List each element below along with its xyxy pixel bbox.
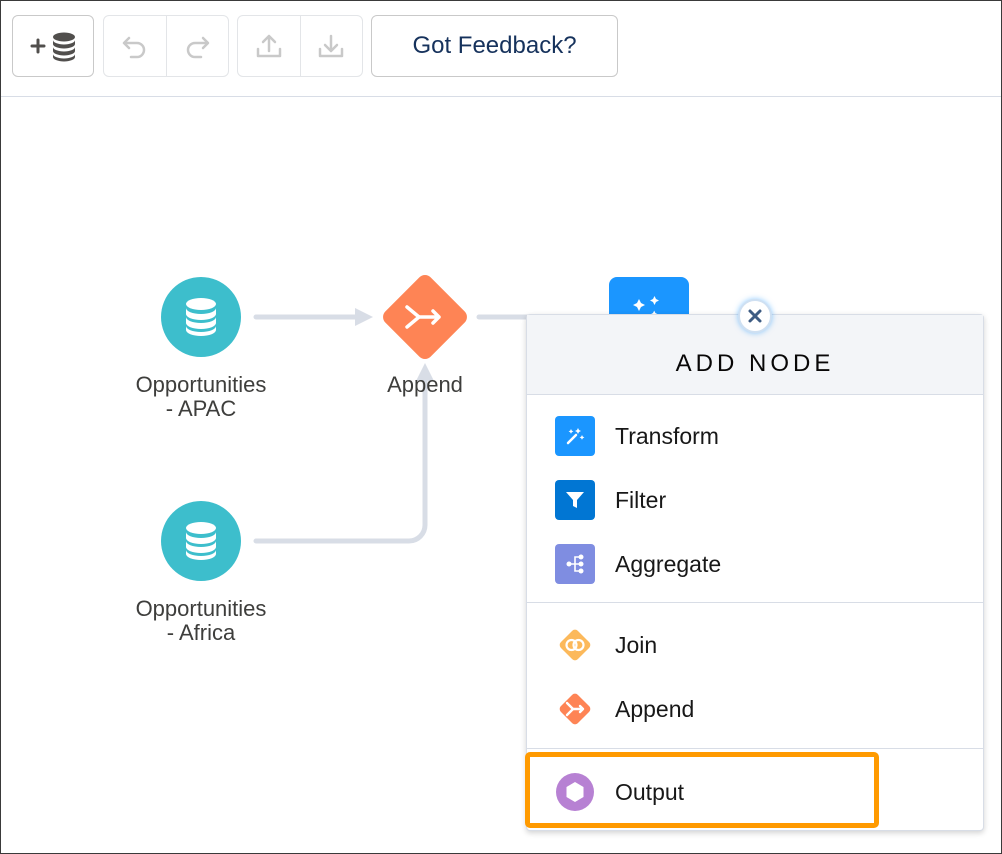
close-popup-button[interactable]	[738, 299, 772, 333]
join-icon	[555, 625, 595, 665]
flow-canvas: Opportunities - APAC Opportunities - Afr…	[1, 97, 1001, 853]
menu-item-aggregate[interactable]: Aggregate	[555, 542, 721, 586]
upload-button[interactable]	[238, 16, 300, 76]
got-feedback-button[interactable]: Got Feedback?	[371, 15, 618, 77]
menu-item-filter[interactable]: Filter	[555, 478, 666, 522]
menu-divider	[527, 602, 983, 603]
magic-wand-icon	[555, 416, 595, 456]
label-line-2: - APAC	[165, 396, 237, 421]
redo-button[interactable]	[165, 16, 229, 76]
upload-download-group	[237, 15, 363, 77]
menu-divider	[527, 748, 983, 749]
label-line-2: - Africa	[166, 620, 236, 645]
close-icon	[748, 309, 762, 323]
undo-redo-group	[103, 15, 229, 77]
label-line-1: Opportunities	[135, 596, 267, 621]
redo-icon	[187, 36, 210, 59]
menu-item-label: Aggregate	[615, 550, 722, 577]
toolbar: Got Feedback?	[1, 1, 1001, 97]
append-icon	[405, 305, 441, 329]
filter-icon	[555, 480, 595, 520]
database-icon	[186, 298, 216, 336]
menu-item-transform[interactable]: Transform	[555, 414, 719, 458]
append-icon	[555, 689, 595, 729]
undo-button[interactable]	[104, 16, 166, 76]
database-plus-icon	[30, 32, 75, 62]
download-icon	[319, 34, 344, 58]
dataset-label-apac: Opportunities - APAC	[111, 373, 291, 421]
app-frame: Got Feedback? Opportunities - APAC Oppor…	[0, 0, 1002, 854]
menu-item-label: Append	[615, 695, 695, 722]
undo-icon	[122, 36, 145, 59]
aggregate-icon	[555, 544, 595, 584]
label-line-1: Opportunities	[135, 372, 267, 397]
menu-item-label: Join	[615, 631, 658, 658]
dataset-node-africa[interactable]	[161, 501, 241, 581]
popup-title: ADD NODE	[675, 349, 835, 377]
dataset-node-apac[interactable]	[161, 277, 241, 357]
append-node-label: Append	[387, 372, 463, 397]
output-highlight-box	[525, 752, 879, 828]
menu-item-label: Filter	[615, 486, 667, 513]
menu-item-append[interactable]: Append	[555, 687, 694, 731]
download-button[interactable]	[299, 16, 363, 76]
menu-item-label: Transform	[615, 422, 719, 449]
menu-item-join[interactable]: Join	[555, 623, 657, 667]
dataset-label-africa: Opportunities - Africa	[111, 597, 291, 645]
database-icon	[186, 522, 216, 560]
upload-icon	[256, 34, 281, 58]
add-data-button[interactable]	[12, 15, 94, 77]
